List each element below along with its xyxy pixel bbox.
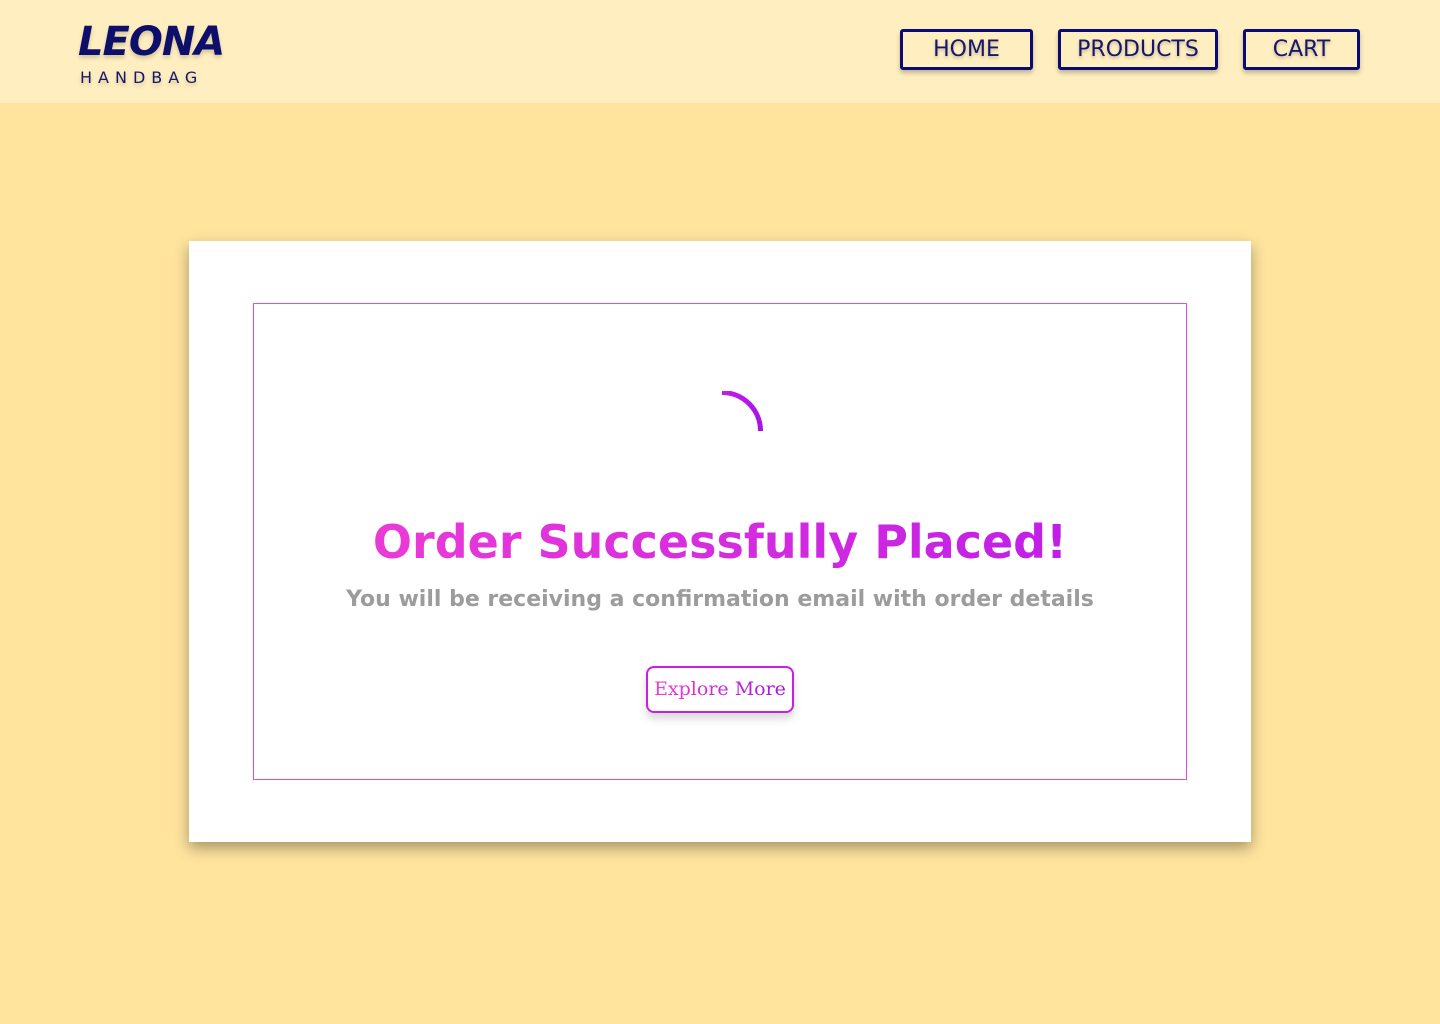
brand-logo[interactable]: LEONA HANDBAG xyxy=(78,14,225,90)
nav-home-button[interactable]: HOME xyxy=(900,29,1033,70)
logo-wordmark: LEONA xyxy=(78,19,225,65)
site-header: LEONA HANDBAG HOME PRODUCTS CART xyxy=(0,0,1440,103)
nav-cart-button[interactable]: CART xyxy=(1243,29,1360,70)
logo-tagline: HANDBAG xyxy=(80,68,204,87)
loading-spinner-icon xyxy=(721,391,763,432)
explore-more-button[interactable]: Explore More xyxy=(646,666,794,713)
order-confirmation-card: Order Successfully Placed! You will be r… xyxy=(189,241,1251,842)
explore-more-label: Explore More xyxy=(654,678,786,700)
confirmation-panel: Order Successfully Placed! You will be r… xyxy=(253,303,1187,780)
confirmation-subtitle: You will be receiving a confirmation ema… xyxy=(346,587,1094,612)
nav-products-button[interactable]: PRODUCTS xyxy=(1058,29,1218,70)
confirmation-title: Order Successfully Placed! xyxy=(254,514,1186,570)
